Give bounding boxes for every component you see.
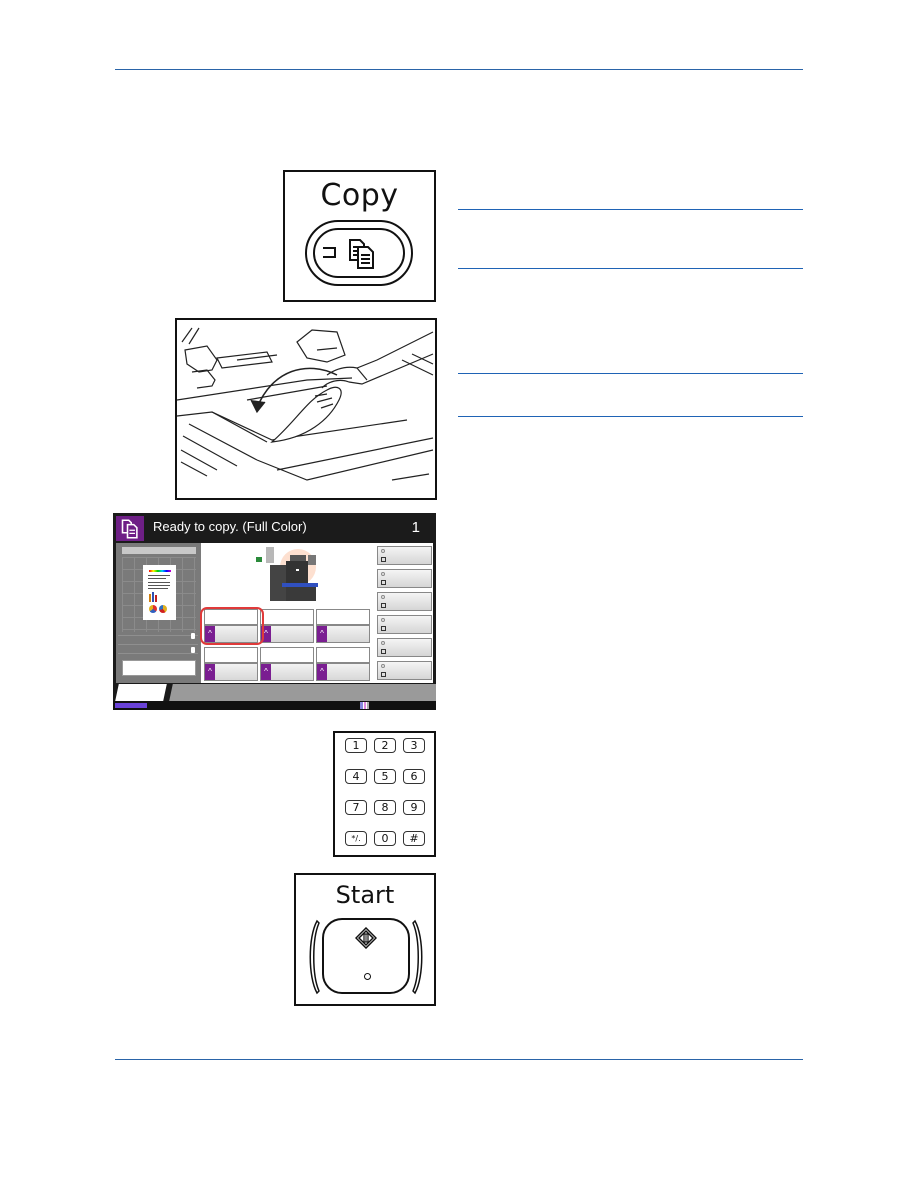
screen-status-bar: [113, 701, 436, 710]
shortcut-button[interactable]: [377, 638, 432, 657]
tile-button[interactable]: ^: [260, 663, 314, 681]
edit-icon: [381, 649, 386, 654]
copy-key-figure: Copy: [283, 170, 436, 302]
note-rule-4: [458, 416, 803, 417]
key-5[interactable]: 5: [374, 769, 396, 784]
edit-icon: [381, 580, 386, 585]
job-progress-bar: [115, 703, 147, 708]
note-rule-1: [458, 209, 803, 210]
platen-drawing: [176, 327, 434, 481]
key-9[interactable]: 9: [403, 800, 425, 815]
tile-value: [204, 647, 258, 663]
edit-icon: [381, 557, 386, 562]
edit-icon: [381, 603, 386, 608]
screen-tabs: [113, 684, 436, 701]
chevron-up-icon: ^: [261, 664, 271, 680]
start-key-figure: Start: [294, 873, 436, 1006]
function-tile[interactable]: ^: [204, 647, 258, 683]
note-rule-2: [458, 268, 803, 269]
preview-header: [122, 547, 196, 554]
tile-value: [260, 609, 314, 625]
tab-4[interactable]: [275, 684, 335, 701]
chevron-up-icon: ^: [205, 664, 215, 680]
screen-status-title: Ready to copy. (Full Color): [153, 519, 307, 534]
shortcut-button[interactable]: [377, 592, 432, 611]
screen-body: ^ ^ ^ ^ ^ ^: [116, 543, 433, 683]
status-dot-icon: [381, 618, 385, 622]
key-3[interactable]: 3: [403, 738, 425, 753]
key-0[interactable]: 0: [374, 831, 396, 846]
toner-indicator-icon: [360, 702, 369, 709]
note-rule-3: [458, 373, 803, 374]
original-size-icon: [191, 633, 195, 639]
start-key-label: Start: [335, 881, 395, 909]
preview-divider: [118, 653, 198, 654]
edit-icon: [381, 672, 386, 677]
numeric-keypad-figure: 1 2 3 4 5 6 7 8 9 */. 0 #: [333, 731, 436, 857]
tab-2[interactable]: [169, 684, 229, 701]
touch-panel-screen: Ready to copy. (Full Color) 1 ^ ^ ^ ^ ^ …: [113, 513, 436, 710]
tab-1[interactable]: [115, 684, 167, 701]
place-original-illustration: [175, 318, 437, 500]
tile-button[interactable]: ^: [260, 625, 314, 643]
start-led-icon: [364, 973, 371, 980]
copy-key-inner: [313, 228, 405, 278]
shortcut-button[interactable]: [377, 615, 432, 634]
copy-mode-icon: [116, 516, 144, 541]
key-1[interactable]: 1: [345, 738, 367, 753]
key-4[interactable]: 4: [345, 769, 367, 784]
shortcut-button[interactable]: [377, 569, 432, 588]
preview-divider: [118, 635, 198, 636]
tile-value: [260, 647, 314, 663]
preview-divider: [118, 644, 198, 645]
preview-button[interactable]: [122, 660, 196, 676]
header-rule: [115, 69, 803, 70]
start-bracket-right: [412, 919, 423, 995]
function-tile[interactable]: ^: [260, 647, 314, 683]
chevron-up-icon: ^: [317, 664, 327, 680]
key-star-period[interactable]: */.: [345, 831, 367, 846]
highlighted-tile-callout: [200, 607, 264, 645]
tile-value: [316, 609, 370, 625]
function-tile[interactable]: ^: [260, 609, 314, 645]
start-diamond-icon: [355, 927, 377, 949]
copy-led-icon: [323, 247, 336, 258]
copy-count: 1: [411, 519, 420, 536]
function-tile[interactable]: ^: [316, 647, 370, 683]
tab-6[interactable]: [381, 684, 436, 701]
status-dot-icon: [381, 641, 385, 645]
status-dot-icon: [381, 572, 385, 576]
key-7[interactable]: 7: [345, 800, 367, 815]
key-2[interactable]: 2: [374, 738, 396, 753]
shortcut-button[interactable]: [377, 546, 432, 565]
tab-5[interactable]: [328, 684, 388, 701]
key-6[interactable]: 6: [403, 769, 425, 784]
document-preview-icon[interactable]: [143, 565, 176, 620]
copy-key-label: Copy: [320, 178, 399, 213]
paper-size-icon: [191, 647, 195, 653]
status-dot-icon: [381, 664, 385, 668]
screen-header: Ready to copy. (Full Color) 1: [113, 513, 436, 543]
status-dot-icon: [381, 595, 385, 599]
tile-value: [316, 647, 370, 663]
tab-3[interactable]: [222, 684, 282, 701]
mfp-machine-icon: [256, 547, 318, 601]
status-dot-icon: [381, 549, 385, 553]
start-bracket-left: [309, 919, 320, 995]
key-8[interactable]: 8: [374, 800, 396, 815]
copy-key[interactable]: [305, 220, 413, 286]
edit-icon: [381, 626, 386, 631]
function-tile[interactable]: ^: [316, 609, 370, 645]
key-hash[interactable]: #: [403, 831, 425, 846]
footer-rule: [115, 1059, 803, 1060]
preview-panel: [116, 543, 201, 683]
copy-documents-icon: [349, 239, 374, 269]
chevron-up-icon: ^: [317, 626, 327, 642]
tile-button[interactable]: ^: [204, 663, 258, 681]
tile-button[interactable]: ^: [316, 663, 370, 681]
tile-button[interactable]: ^: [316, 625, 370, 643]
shortcut-button[interactable]: [377, 661, 432, 680]
start-key[interactable]: [322, 918, 410, 994]
